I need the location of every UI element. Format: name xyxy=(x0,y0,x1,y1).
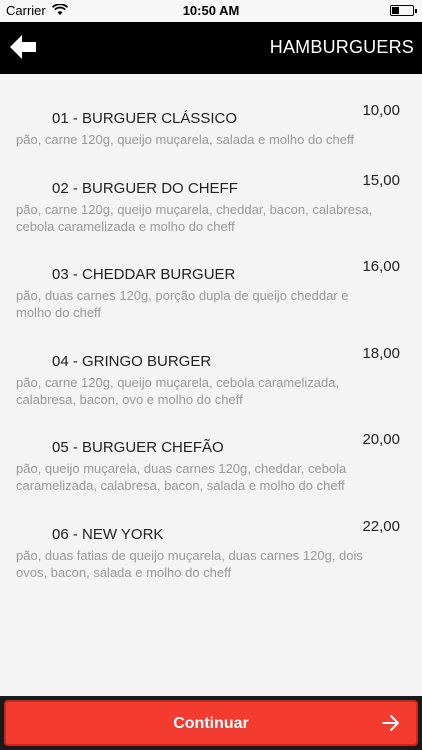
item-price: 20,00 xyxy=(362,431,400,448)
item-description: pão, duas carnes 120g, porção dupla de q… xyxy=(16,288,349,320)
continue-label: Continuar xyxy=(173,715,249,732)
item-price: 15,00 xyxy=(362,172,400,189)
item-description: pão, duas fatias de queijo muçarela, dua… xyxy=(16,548,363,580)
arrow-right-icon xyxy=(382,715,399,731)
page-title: HAMBURGUERS xyxy=(269,37,414,57)
continue-button[interactable]: Continuar xyxy=(4,700,418,746)
nav-bar: HAMBURGUERS xyxy=(0,22,422,74)
item-description: pão, carne 120g, queijo muçarela, chedda… xyxy=(16,202,373,234)
footer-bar: Continuar xyxy=(0,696,422,750)
item-name: 06 - NEW YORK xyxy=(52,526,164,543)
item-name: 01 - BURGUER CLÁSSICO xyxy=(52,110,238,127)
item-price: 10,00 xyxy=(362,102,400,119)
item-name: 02 - BURGUER DO CHEFF xyxy=(52,180,238,197)
clock: 10:50 AM xyxy=(182,3,240,18)
item-price: 22,00 xyxy=(362,518,400,535)
item-description: pão, carne 120g, queijo muçarela, salada… xyxy=(16,132,354,147)
status-bar: Carrier 10:50 AM xyxy=(0,0,422,22)
item-name: 03 - CHEDDAR BURGUER xyxy=(52,266,236,283)
arrow-left-icon xyxy=(10,35,36,59)
item-name: 04 - GRINGO BURGER xyxy=(52,353,212,370)
item-price: 18,00 xyxy=(362,345,400,362)
battery-icon xyxy=(390,5,417,16)
item-price: 16,00 xyxy=(362,258,400,275)
item-description: pão, carne 120g, queijo muçarela, cebola… xyxy=(16,375,340,407)
item-name: 05 - BURGUER CHEFÃO xyxy=(52,439,224,456)
back-button[interactable] xyxy=(10,34,38,60)
item-description: pão, queijo muçarela, duas carnes 120g, … xyxy=(16,461,347,493)
